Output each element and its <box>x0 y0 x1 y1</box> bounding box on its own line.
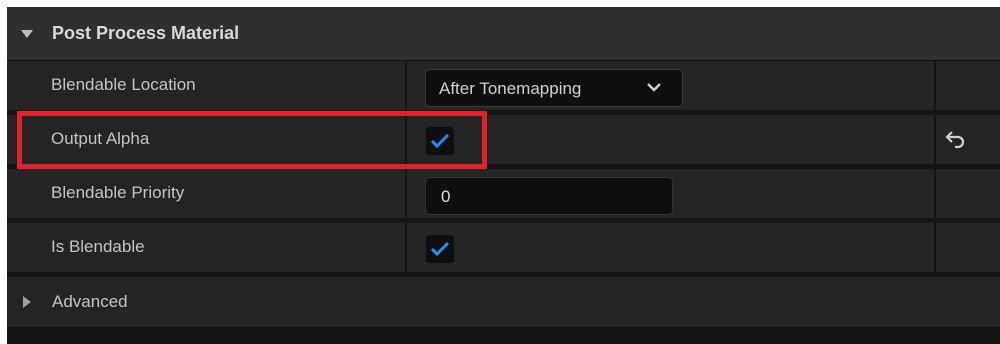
property-label: Blendable Location <box>51 75 196 94</box>
section-header-post-process-material[interactable]: Post Process Material <box>7 7 1000 61</box>
blendable-priority-input[interactable]: 0 <box>425 177 673 215</box>
input-value: 0 <box>441 187 451 206</box>
property-row-is-blendable: Is Blendable <box>7 223 1000 274</box>
checkmark-icon <box>430 241 450 257</box>
dropdown-value: After Tonemapping <box>439 79 582 98</box>
column-divider[interactable] <box>405 115 407 164</box>
property-label: Is Blendable <box>51 237 145 256</box>
property-label: Output Alpha <box>51 129 150 148</box>
column-divider[interactable] <box>405 223 407 272</box>
column-divider <box>934 223 936 272</box>
triangle-right-icon[interactable] <box>23 296 31 308</box>
column-divider[interactable] <box>405 169 407 218</box>
column-divider <box>934 169 936 218</box>
property-row-output-alpha: Output Alpha <box>7 115 1000 166</box>
column-divider <box>934 61 936 110</box>
property-row-blendable-location: Blendable Location After Tonemapping <box>7 61 1000 112</box>
section-title: Advanced <box>52 292 128 311</box>
section-title: Post Process Material <box>52 23 240 43</box>
property-row-blendable-priority: Blendable Priority 0 <box>7 169 1000 220</box>
is-blendable-checkbox[interactable] <box>426 235 454 263</box>
column-divider <box>934 115 936 164</box>
triangle-down-icon[interactable] <box>21 30 33 38</box>
property-label: Blendable Priority <box>51 183 185 202</box>
section-header-advanced[interactable]: Advanced <box>7 277 1000 329</box>
column-divider[interactable] <box>405 61 407 110</box>
chevron-down-icon <box>647 83 661 92</box>
reset-arrow-icon[interactable] <box>945 129 967 149</box>
output-alpha-checkbox[interactable] <box>426 127 454 155</box>
checkmark-icon <box>430 133 450 149</box>
blendable-location-dropdown[interactable]: After Tonemapping <box>425 69 683 107</box>
details-panel: Post Process Material Blendable Location… <box>7 7 1000 344</box>
